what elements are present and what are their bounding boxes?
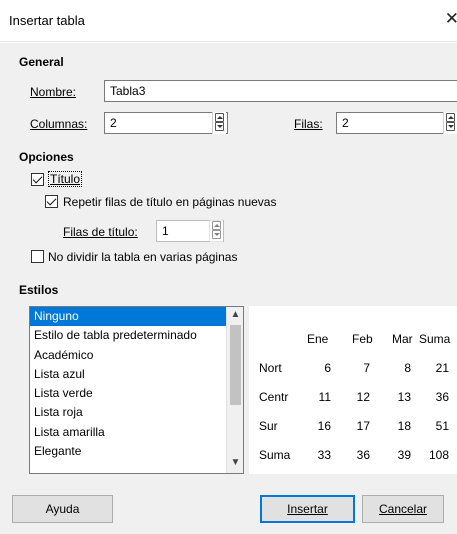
table-preview: Ene Feb Mar Suma Nort 6 7 8 21 Centr 11 …: [249, 306, 457, 474]
preview-cell: 51: [435, 419, 449, 433]
preview-row-label: Centr: [259, 390, 289, 404]
list-item[interactable]: Ninguno: [30, 307, 243, 327]
name-label: Nombre:: [30, 85, 77, 99]
cancel-button[interactable]: Cancelar: [362, 495, 444, 523]
list-item[interactable]: Lista verde: [30, 384, 243, 403]
chevron-down-icon[interactable]: ▼: [227, 457, 243, 468]
columns-spin[interactable]: [212, 112, 226, 134]
scrollbar-thumb[interactable]: [230, 325, 241, 405]
spin-down-icon[interactable]: [446, 122, 455, 131]
preview-cell: 21: [435, 361, 449, 375]
rows-label: Filas:: [294, 117, 323, 131]
preview-cell: 18: [397, 419, 411, 433]
rows-stepper[interactable]: 2: [336, 112, 457, 134]
list-item[interactable]: Elegante: [30, 442, 243, 461]
preview-cell: 36: [435, 390, 449, 404]
title-checkbox[interactable]: [31, 173, 44, 186]
spin-up-icon[interactable]: [215, 113, 224, 122]
dialog-body: General Nombre: Tabla3 Columnas: 2 Filas…: [0, 43, 457, 534]
preview-col-header: Suma: [419, 332, 451, 346]
no-split-checkbox[interactable]: [31, 250, 44, 263]
spin-up-icon[interactable]: [212, 221, 221, 230]
columns-label: Columnas:: [30, 117, 88, 131]
list-item[interactable]: Académico: [30, 346, 243, 365]
list-item[interactable]: Lista amarilla: [30, 423, 243, 442]
preview-row-label: Sur: [259, 419, 278, 433]
help-button-label: Ayuda: [45, 502, 80, 516]
insert-button-label: Insertar: [287, 502, 328, 516]
repeat-header-label: Repetir filas de título en páginas nueva…: [63, 195, 277, 209]
spin-up-icon[interactable]: [446, 113, 455, 122]
spin-down-icon[interactable]: [212, 230, 221, 239]
preview-cell: 13: [397, 390, 411, 404]
preview-cell: 17: [356, 419, 370, 433]
preview-cell: 8: [404, 361, 411, 375]
title-bar: Insertar tabla ✕: [0, 0, 457, 42]
preview-cell: 6: [324, 361, 331, 375]
preview-row-label: Nort: [259, 361, 282, 375]
chevron-up-icon[interactable]: ▲: [227, 309, 243, 320]
options-heading: Opciones: [19, 150, 74, 164]
columns-stepper[interactable]: 2: [104, 112, 228, 134]
preview-col-header: Ene: [307, 332, 329, 346]
rows-value: 2: [342, 116, 349, 130]
preview-cell: 39: [397, 448, 411, 462]
preview-cell: 12: [356, 390, 370, 404]
window-title: Insertar tabla: [9, 13, 85, 28]
preview-cell: 7: [363, 361, 370, 375]
spin-down-icon[interactable]: [215, 122, 224, 131]
preview-cell: 33: [317, 448, 331, 462]
preview-col-header: Mar: [392, 332, 413, 346]
columns-value: 2: [110, 116, 117, 130]
cancel-button-label: Cancelar: [378, 502, 428, 516]
close-icon[interactable]: ✕: [445, 9, 457, 29]
list-item[interactable]: Lista azul: [30, 365, 243, 384]
header-rows-label: Filas de título:: [63, 225, 138, 239]
styles-heading: Estilos: [19, 283, 59, 297]
list-item[interactable]: Estilo de tabla predeterminado: [30, 326, 243, 345]
preview-row-label: Suma: [259, 448, 291, 462]
general-heading: General: [19, 55, 64, 69]
name-input[interactable]: Tabla3: [104, 80, 457, 102]
help-button[interactable]: Ayuda: [12, 495, 113, 523]
repeat-header-checkbox[interactable]: [45, 195, 58, 208]
styles-list[interactable]: Ninguno Estilo de tabla predeterminado A…: [29, 306, 244, 474]
list-item[interactable]: Lista roja: [30, 403, 243, 422]
preview-cell: 36: [356, 448, 370, 462]
insert-button[interactable]: Insertar: [260, 495, 355, 523]
header-rows-spin[interactable]: [209, 220, 223, 242]
title-label: Título: [48, 171, 83, 187]
preview-cell: 108: [428, 448, 449, 462]
preview-col-header: Feb: [352, 332, 373, 346]
preview-cell: 11: [318, 390, 331, 404]
styles-scrollbar[interactable]: ▲ ▼: [226, 307, 243, 473]
no-split-label: No dividir la tabla en varias páginas: [48, 250, 238, 264]
title-label-wrap: Título: [48, 171, 83, 187]
preview-cell: 16: [317, 419, 331, 433]
header-rows-value: 1: [162, 224, 169, 238]
rows-spin[interactable]: [443, 112, 457, 134]
